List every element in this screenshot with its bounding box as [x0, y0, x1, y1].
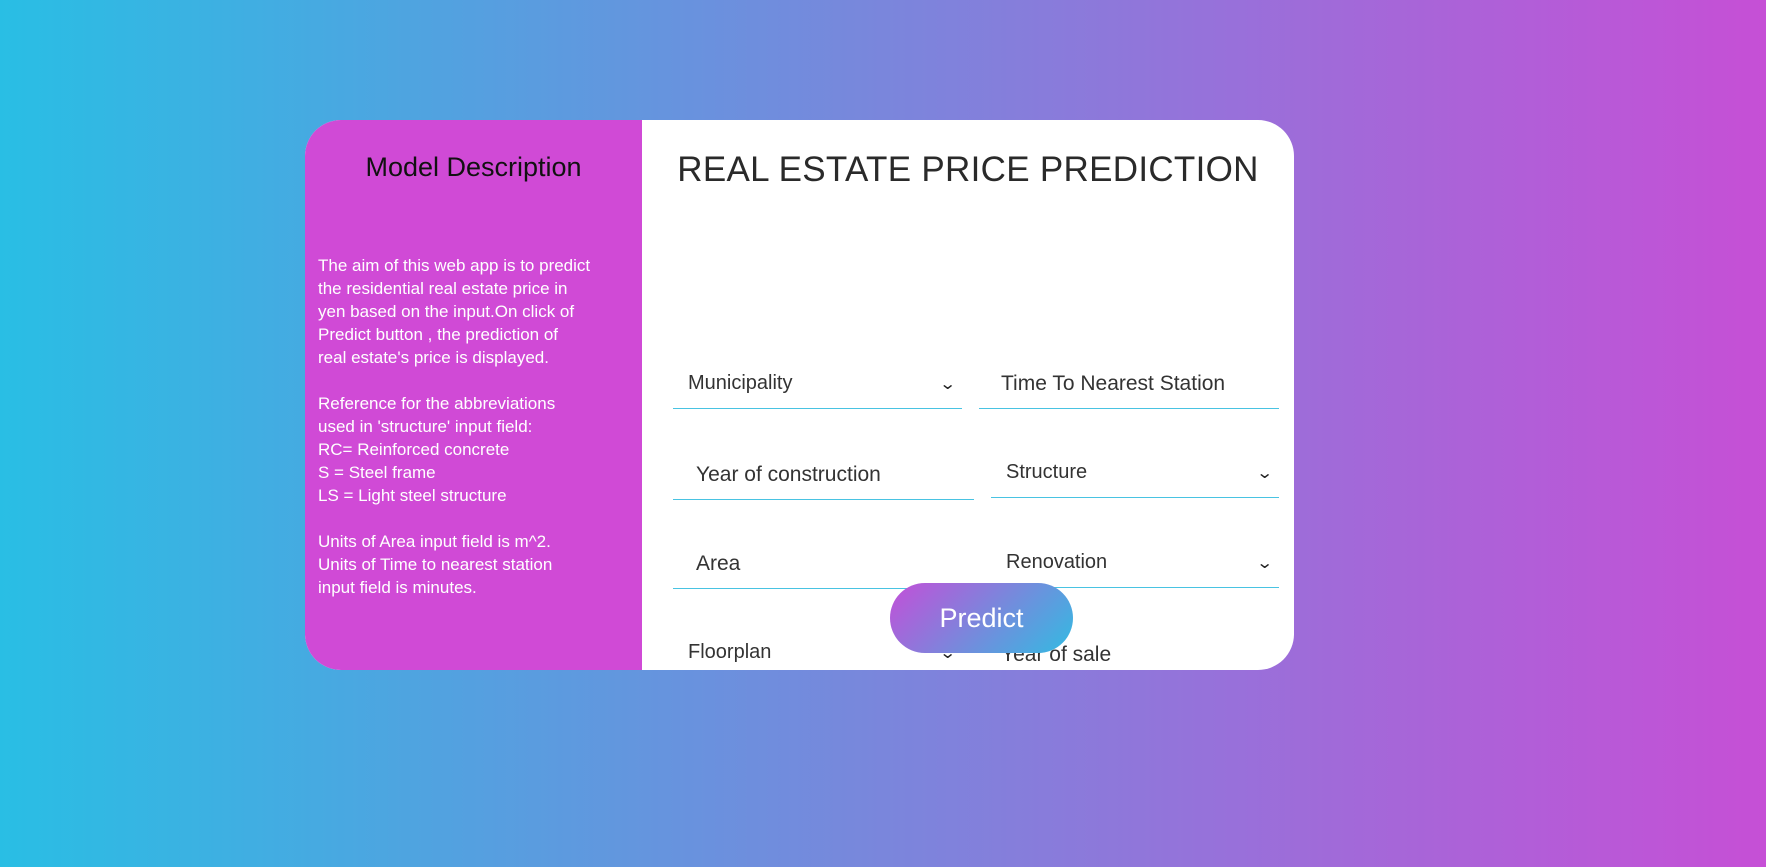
chevron-down-icon: ⌄ [1255, 554, 1274, 572]
structure-label: Structure [1006, 461, 1088, 483]
desc-line: yen based on the input.On click of [318, 302, 575, 321]
renovation-select[interactable]: Renovation ⌄ [991, 538, 1279, 588]
area-placeholder: Area [696, 551, 741, 575]
desc-line: real estate's price is displayed. [318, 348, 549, 367]
floorplan-label: Floorplan [688, 641, 772, 663]
desc-line: Units of Area input field is m^2. [318, 532, 551, 551]
year-construction-placeholder: Year of construction [696, 462, 881, 486]
chevron-down-icon: ⌄ [938, 375, 957, 393]
municipality-select[interactable]: Municipality ⌄ [673, 359, 962, 409]
time-to-station-placeholder: Time To Nearest Station [1001, 371, 1226, 395]
predict-button[interactable]: Predict [890, 583, 1073, 653]
desc-line: Reference for the abbreviations [318, 394, 556, 413]
desc-line: The aim of this web app is to predict [318, 256, 591, 275]
desc-line: used in 'structure' input field: [318, 417, 533, 436]
model-description-text: The aim of this web app is to predict th… [318, 254, 638, 622]
desc-line: Predict button , the prediction of [318, 325, 559, 344]
model-description-title: Model Description [365, 152, 582, 182]
abbreviations-paragraph: Reference for the abbreviations used in … [318, 392, 638, 507]
desc-line: the residential real estate price in [318, 279, 568, 298]
model-description-panel: Model Description The aim of this web ap… [305, 120, 642, 670]
year-construction-input[interactable]: Year of construction [673, 450, 974, 500]
page-title: REAL ESTATE PRICE PREDICTION [677, 150, 1259, 189]
desc-line: LS = Light steel structure [318, 486, 507, 505]
description-paragraph: The aim of this web app is to predict th… [318, 254, 638, 369]
desc-line: RC= Reinforced concrete [318, 440, 510, 459]
desc-line: input field is minutes. [318, 578, 477, 597]
renovation-label: Renovation [1006, 551, 1108, 573]
structure-select[interactable]: Structure ⌄ [991, 448, 1279, 498]
area-input[interactable]: Area [673, 539, 974, 589]
chevron-down-icon: ⌄ [1255, 464, 1274, 482]
time-to-station-input[interactable]: Time To Nearest Station [979, 359, 1279, 409]
desc-line: S = Steel frame [318, 463, 436, 482]
desc-line: Units of Time to nearest station [318, 555, 553, 574]
prediction-card: Model Description The aim of this web ap… [305, 120, 1294, 670]
units-paragraph: Units of Area input field is m^2. Units … [318, 530, 638, 599]
municipality-label: Municipality [688, 372, 793, 394]
